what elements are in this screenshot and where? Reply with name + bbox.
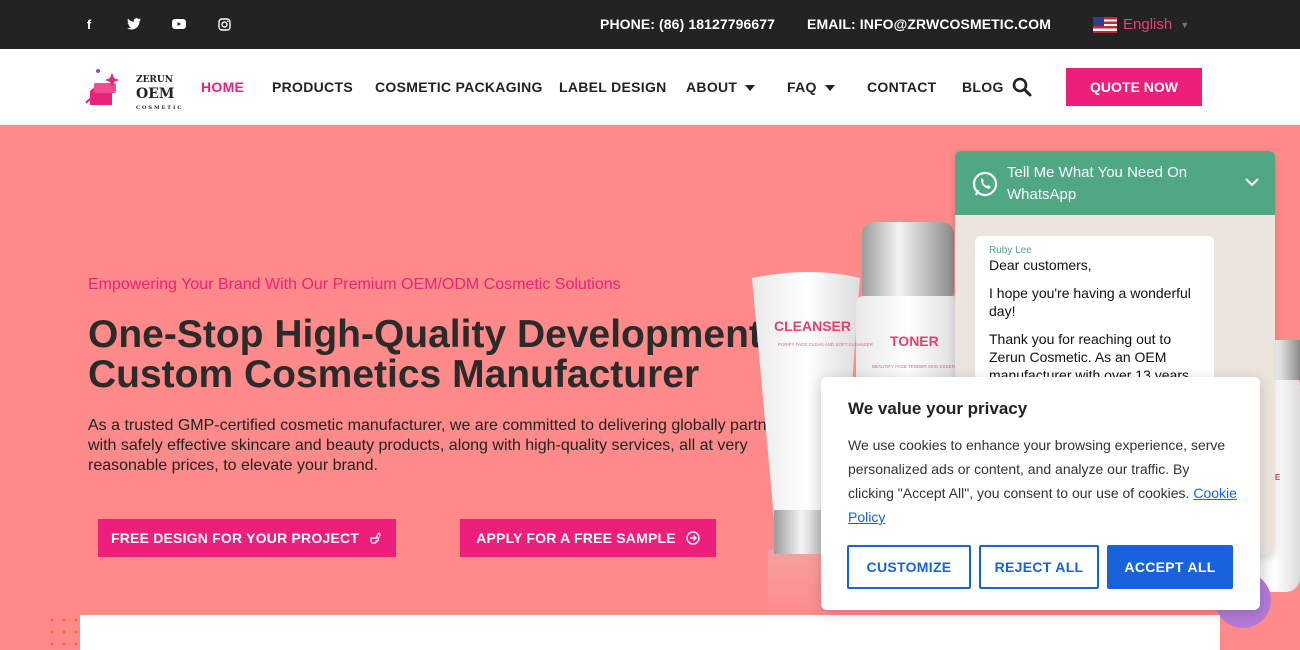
sender-name: Ruby Lee [989,245,1032,256]
nav-blog[interactable]: BLOG [962,79,1004,95]
cookie-consent-banner: We value your privacy We use cookies to … [821,377,1260,610]
hero-tagline: Empowering Your Brand With Our Premium O… [88,276,621,293]
free-design-button[interactable]: FREE DESIGN FOR YOUR PROJECT [98,519,396,557]
message-line: Thank you for reaching out to Zerun Cosm… [989,331,1189,383]
arrow-circle-right-icon [686,531,700,545]
free-sample-button[interactable]: APPLY FOR A FREE SAMPLE [460,519,716,557]
nav-cosmetic-packaging[interactable]: COSMETIC PACKAGING [375,79,543,95]
content-section-top [80,615,1220,650]
reject-all-button[interactable]: REJECT ALL [979,545,1099,589]
whatsapp-header[interactable]: Tell Me What You Need On WhatsApp [955,151,1275,215]
search-icon[interactable] [1012,77,1032,97]
cookie-text: We use cookies to enhance your browsing … [848,437,1237,525]
hero-description: As a trusted GMP-certified cosmetic manu… [88,417,789,474]
accept-all-button[interactable]: ACCEPT ALL [1107,545,1233,589]
whatsapp-icon [972,171,998,197]
caret-down-icon [745,85,756,92]
youtube-icon[interactable] [171,16,187,32]
message-line: I hope you're having a wonderful day! [989,285,1191,319]
chevron-down-icon: ▼ [1180,19,1190,30]
logo[interactable]: ZERUN OEM COSMETIC [84,63,184,113]
language-selector[interactable]: English ▼ [1093,16,1189,33]
logo-icon [85,69,119,105]
nav-about[interactable]: ABOUT [686,79,756,95]
us-flag-icon [1093,16,1117,33]
customize-button[interactable]: CUSTOMIZE [847,545,971,589]
main-header: ZERUN OEM COSMETIC HOME PRODUCTS COSMETI… [0,49,1300,125]
phone-text: PHONE: (86) 18127796677 [600,16,776,32]
nav-contact[interactable]: CONTACT [867,79,937,95]
email-text: EMAIL: INFO@ZRWCOSMETIC.COM [807,16,1051,32]
top-bar: f PHONE: (86) 18127796677 EMAIL: INFO@ZR… [0,0,1300,49]
cookie-title: We value your privacy [848,399,1028,418]
quote-now-button[interactable]: QUOTE NOW [1066,68,1202,106]
hero-title: One-Stop High-Quality Development & Cust… [88,313,801,396]
nav-faq[interactable]: FAQ [787,79,835,95]
chevron-down-icon[interactable] [1243,173,1261,191]
twitter-icon[interactable] [126,16,142,32]
instagram-icon[interactable] [216,16,232,32]
cleanser-sub-label: PURIFY FACE CLEAN AND SOFT CLEANSER [778,342,874,347]
language-label: English [1123,16,1173,33]
nav-label-design[interactable]: LABEL DESIGN [559,79,667,95]
whatsapp-title: Tell Me What You Need On WhatsApp [1007,164,1188,203]
message-line: Dear customers, [989,257,1092,273]
hand-pointer-icon [370,532,381,544]
logo-text: ZERUN OEM COSMETIC [136,75,184,111]
nav-products[interactable]: PRODUCTS [272,79,353,95]
cleanser-label: CLEANSER [774,318,851,334]
nav-home[interactable]: HOME [201,79,244,95]
caret-down-icon [824,85,835,92]
facebook-icon[interactable]: f [81,16,97,32]
toner-label: TONER [890,333,939,349]
